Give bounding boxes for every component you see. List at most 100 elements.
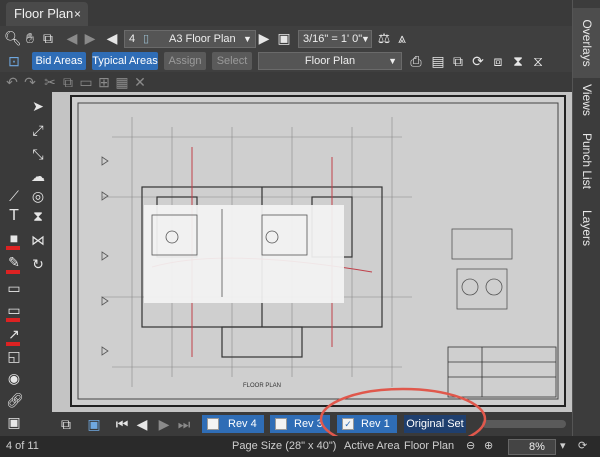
paste-icon[interactable]: ▭ [78,73,94,91]
zoom-out-icon[interactable]: ⊖ [466,436,475,457]
zoom-in-icon[interactable]: ⊕ [484,436,493,457]
bowtie-icon[interactable]: ⋈ [30,232,46,248]
bid-areas-button[interactable]: Bid Areas [32,52,86,70]
overlay-icon[interactable]: ⧖ [530,52,546,70]
assign-button[interactable]: Assign [164,52,206,70]
back-icon[interactable]: ◀ [64,29,80,47]
forward-icon[interactable]: ▶ [82,29,98,47]
scale-select[interactable]: 3/16" = 1' 0" ▼ [298,30,372,48]
page-doc-icon: ▯ [143,33,150,45]
print-icon[interactable]: ⎙ [408,52,424,70]
pen-tool-icon[interactable]: ✎ [6,254,22,270]
next-page-icon[interactable]: ▶ [156,415,172,433]
rotate-page-icon[interactable]: ⟳ [470,52,486,70]
chevron-down-icon: ▼ [388,56,397,66]
tab-overlays[interactable]: Overlays [573,8,600,78]
horizontal-scrollbar[interactable] [482,420,566,428]
rectangle-color-swatch [6,318,20,322]
cut-icon[interactable]: ✂ [42,73,58,91]
previous-page-icon[interactable]: ◀ [134,415,150,433]
page-select[interactable]: 4 ▯ A3 Floor Plan ▼ [124,30,256,48]
tab-overlays-label: Overlays [580,19,594,67]
hourglass-icon[interactable]: ⧗ [510,52,526,70]
rectangle-tool-icon[interactable]: ▭ [6,302,22,318]
next-page-icon[interactable]: ▶ [256,29,272,47]
chevron-down-icon: ▼ [361,34,370,44]
zoom-value: 8% [529,441,545,453]
redo-icon[interactable]: ↷ [22,73,38,91]
compare-pages-icon[interactable]: ▣ [86,415,102,433]
area-search-icon[interactable]: ⊡ [6,52,22,70]
duplicate-icon[interactable]: ⊞ [96,73,112,91]
zoom-window-icon[interactable]: ⧉ [40,29,56,47]
first-page-icon[interactable]: ⏮ [114,415,130,433]
fill-color-icon[interactable]: ■ [6,230,22,246]
text-tool-icon[interactable]: T [6,208,22,224]
status-floor-plan: Floor Plan [404,440,455,452]
plan-sheet[interactable]: FLOOR PLAN [70,95,566,407]
close-icon[interactable]: ✕ [132,73,148,91]
tab-bar: Floor Plan × [0,0,572,26]
undo-icon[interactable]: ↶ [4,73,20,91]
tab-title: Floor Plan [14,6,74,21]
window-icon[interactable]: ▣ [276,29,292,47]
attachment-icon[interactable]: 🔗︎ [6,392,24,408]
tab-close-icon[interactable]: × [74,2,81,26]
pan-hand-icon[interactable]: ✋︎ [22,29,38,47]
cloud-icon[interactable]: ☁︎ [30,168,46,184]
tab-layers[interactable]: Layers [573,202,600,254]
tab-views-label: Views [580,84,594,116]
image-tool-icon[interactable]: ▣ [6,414,22,430]
revision-4-checkbox[interactable] [207,418,219,430]
floor-plan-drawing: FLOOR PLAN [77,102,559,400]
edit-toolbar: ↶ ↷ ✂ ⧉ ▭ ⊞ ▦ ✕ [0,72,572,92]
page-name: A3 Floor Plan [169,33,236,45]
grid-bubbles [101,156,109,356]
export-pdf-icon[interactable]: ▤ [430,52,446,70]
highlight-region [144,205,344,303]
revision-4-toggle[interactable]: Rev 4 [202,415,264,433]
previous-page-icon[interactable]: ◀ [104,29,120,47]
tab-punch-list[interactable]: Punch List [573,122,600,200]
measure-scale-icon[interactable]: ⚖︎ [376,29,392,47]
zoom-icon[interactable]: 🔍︎ [4,29,22,47]
revision-3-checkbox[interactable] [275,418,287,430]
arrow-color-swatch [6,342,20,346]
last-page-icon[interactable]: ⏭ [176,415,192,433]
markup-tool-palette: ➤ ⤢ ⤡ ☁︎ ⟋ ◎ T ⧗ ■ ⋈ ✎ ↻ ▭ ▭ ↗ ◱ ◉ 🔗︎ ▣ [0,92,52,436]
collapse-icon[interactable]: ⤡ [30,146,46,162]
revision-bar: ⧉ ▣ ⏮ ◀ ▶ ⏭ Rev 4 Rev 3 ✓ Rev 1 Original… [52,412,572,436]
expand-icon[interactable]: ⤢ [30,122,46,138]
calibrate-icon[interactable]: ⩓ [394,29,410,47]
arrow-tool-icon[interactable]: ↗ [6,326,22,342]
copy-icon[interactable]: ⧉ [60,73,76,91]
areas-toolbar: ⊡ Bid Areas Typical Areas Assign Select … [0,50,572,72]
view-name: Floor Plan [304,55,356,67]
target-icon[interactable]: ◎ [30,188,46,204]
polygon-tool-icon[interactable]: ◱ [6,348,22,364]
tab-views[interactable]: Views [573,80,600,120]
delete-icon[interactable]: ▦ [114,73,130,91]
stamp-tool-icon[interactable]: ◉ [6,370,22,386]
select-button[interactable]: Select [212,52,252,70]
pages-icon[interactable]: ⧉ [58,415,74,433]
sync-icon[interactable]: ⟳ [578,436,587,457]
tab-floor-plan[interactable]: Floor Plan × [6,2,88,26]
view-select[interactable]: Floor Plan ▼ [258,52,402,70]
tab-punch-list-label: Punch List [580,132,594,190]
compare-icon[interactable]: ⧈ [490,52,506,70]
zoom-select[interactable]: 8% [508,439,556,455]
page-count: 4 of 11 [6,440,39,452]
hourglass-tool-icon[interactable]: ⧗ [30,208,46,224]
highlighter-icon[interactable]: ▭ [6,280,22,296]
page-number: 4 [129,33,136,45]
copy-page-icon[interactable]: ⧉ [450,52,466,70]
dimension-tool-icon[interactable]: ⟋ [6,188,22,204]
chevron-down-icon[interactable]: ▾ [560,436,566,457]
typical-areas-button[interactable]: Typical Areas [92,52,158,70]
chevron-down-icon: ▼ [243,34,252,44]
right-panel: Overlays Views Punch List Layers [572,0,600,436]
refresh-icon[interactable]: ↻ [30,256,46,272]
scale-value: 3/16" = 1' 0" [303,33,363,45]
select-arrow-icon[interactable]: ➤ [30,98,46,114]
